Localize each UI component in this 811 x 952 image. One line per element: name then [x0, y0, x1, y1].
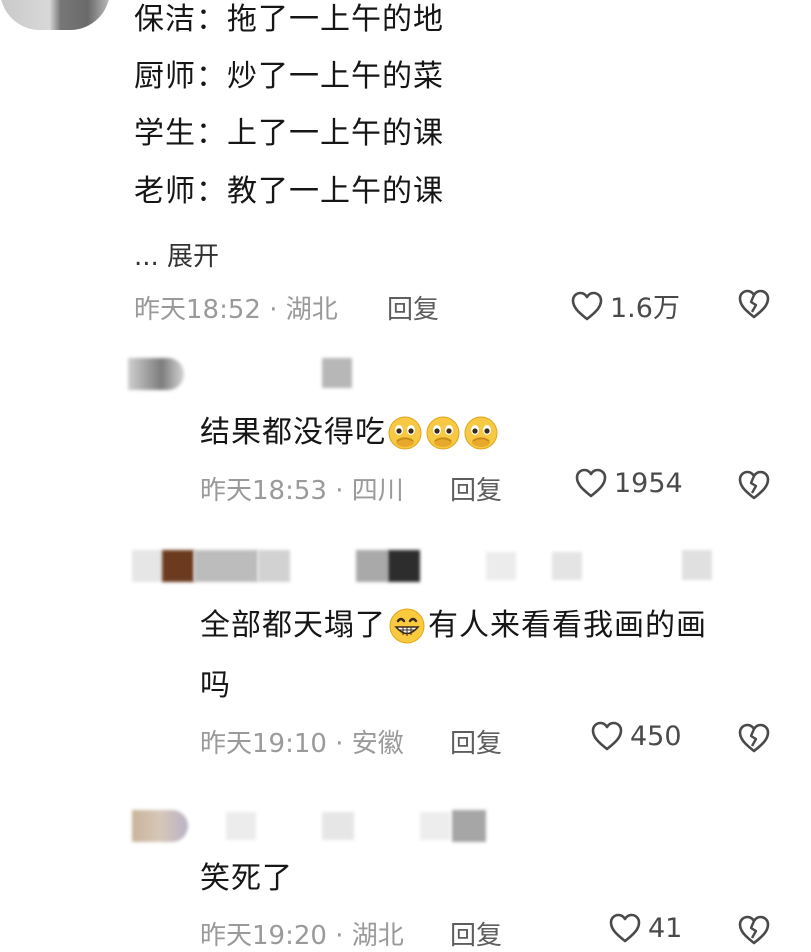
like-count: 1.6万: [610, 293, 680, 324]
reply-text-row: 结果都没得吃: [200, 413, 500, 453]
reply-button[interactable]: 回复: [387, 289, 439, 326]
like-count: 41: [648, 912, 683, 944]
username: [452, 810, 486, 842]
dislike-broken-heart-icon[interactable]: [737, 722, 771, 754]
reply-button[interactable]: 回复: [450, 723, 502, 760]
grinning-face-icon: [387, 606, 427, 646]
like-button[interactable]: 1954: [574, 467, 683, 499]
reply-text: 全部都天塌了: [200, 608, 386, 643]
reply-text: 吗: [200, 668, 231, 703]
username: [226, 812, 256, 840]
reply-button[interactable]: 回复: [450, 915, 502, 952]
username: [486, 552, 516, 580]
like-count: 1954: [614, 467, 683, 499]
pleading-face-icon: [387, 415, 423, 451]
username: [162, 550, 194, 582]
dislike-broken-heart-icon[interactable]: [737, 288, 771, 320]
reply-text: 结果都没得吃: [200, 415, 386, 450]
comment-line: 学生：上了一上午的课: [134, 116, 444, 151]
avatar[interactable]: [0, 0, 110, 30]
comment-line: 老师：教了一上午的课: [134, 174, 444, 209]
pleading-face-icon: [425, 415, 461, 451]
avatar[interactable]: [128, 358, 184, 390]
avatar[interactable]: [132, 550, 162, 582]
like-button[interactable]: 450: [590, 720, 682, 752]
expand-link[interactable]: ... 展开: [134, 236, 219, 273]
comment-meta: 昨天18:53 · 四川: [200, 476, 404, 506]
username: [194, 550, 258, 582]
username: [388, 550, 420, 582]
avatar[interactable]: [132, 810, 188, 842]
reply-text-row: 全部都天塌了 有人来看看我画的画: [200, 606, 707, 646]
like-count: 450: [630, 720, 682, 752]
username: [682, 550, 712, 580]
dislike-broken-heart-icon[interactable]: [737, 914, 771, 946]
comment-line: 保洁：拖了一上午的地: [134, 2, 444, 37]
username: [420, 812, 450, 840]
heart-icon: [570, 290, 604, 322]
username: [552, 552, 582, 580]
heart-icon: [608, 912, 642, 944]
heart-icon: [590, 720, 624, 752]
pleading-face-icon: [463, 415, 499, 451]
like-button[interactable]: 1.6万: [570, 286, 680, 325]
reply-text: 笑死了: [200, 861, 293, 896]
heart-icon: [574, 467, 608, 499]
comment-meta: 昨天18:52 · 湖北: [134, 295, 338, 325]
username[interactable]: [322, 358, 352, 388]
comment-line: 厨师：炒了一上午的菜: [134, 59, 444, 94]
comment-meta: 昨天19:10 · 安徽: [200, 729, 404, 759]
username: [322, 812, 354, 840]
username: [258, 550, 290, 582]
comment-meta: 昨天19:20 · 湖北: [200, 921, 404, 951]
like-button[interactable]: 41: [608, 912, 682, 944]
reply-button[interactable]: 回复: [450, 470, 502, 507]
reply-text: 有人来看看我画的画: [428, 608, 707, 643]
dislike-broken-heart-icon[interactable]: [737, 469, 771, 501]
username: [356, 550, 388, 582]
